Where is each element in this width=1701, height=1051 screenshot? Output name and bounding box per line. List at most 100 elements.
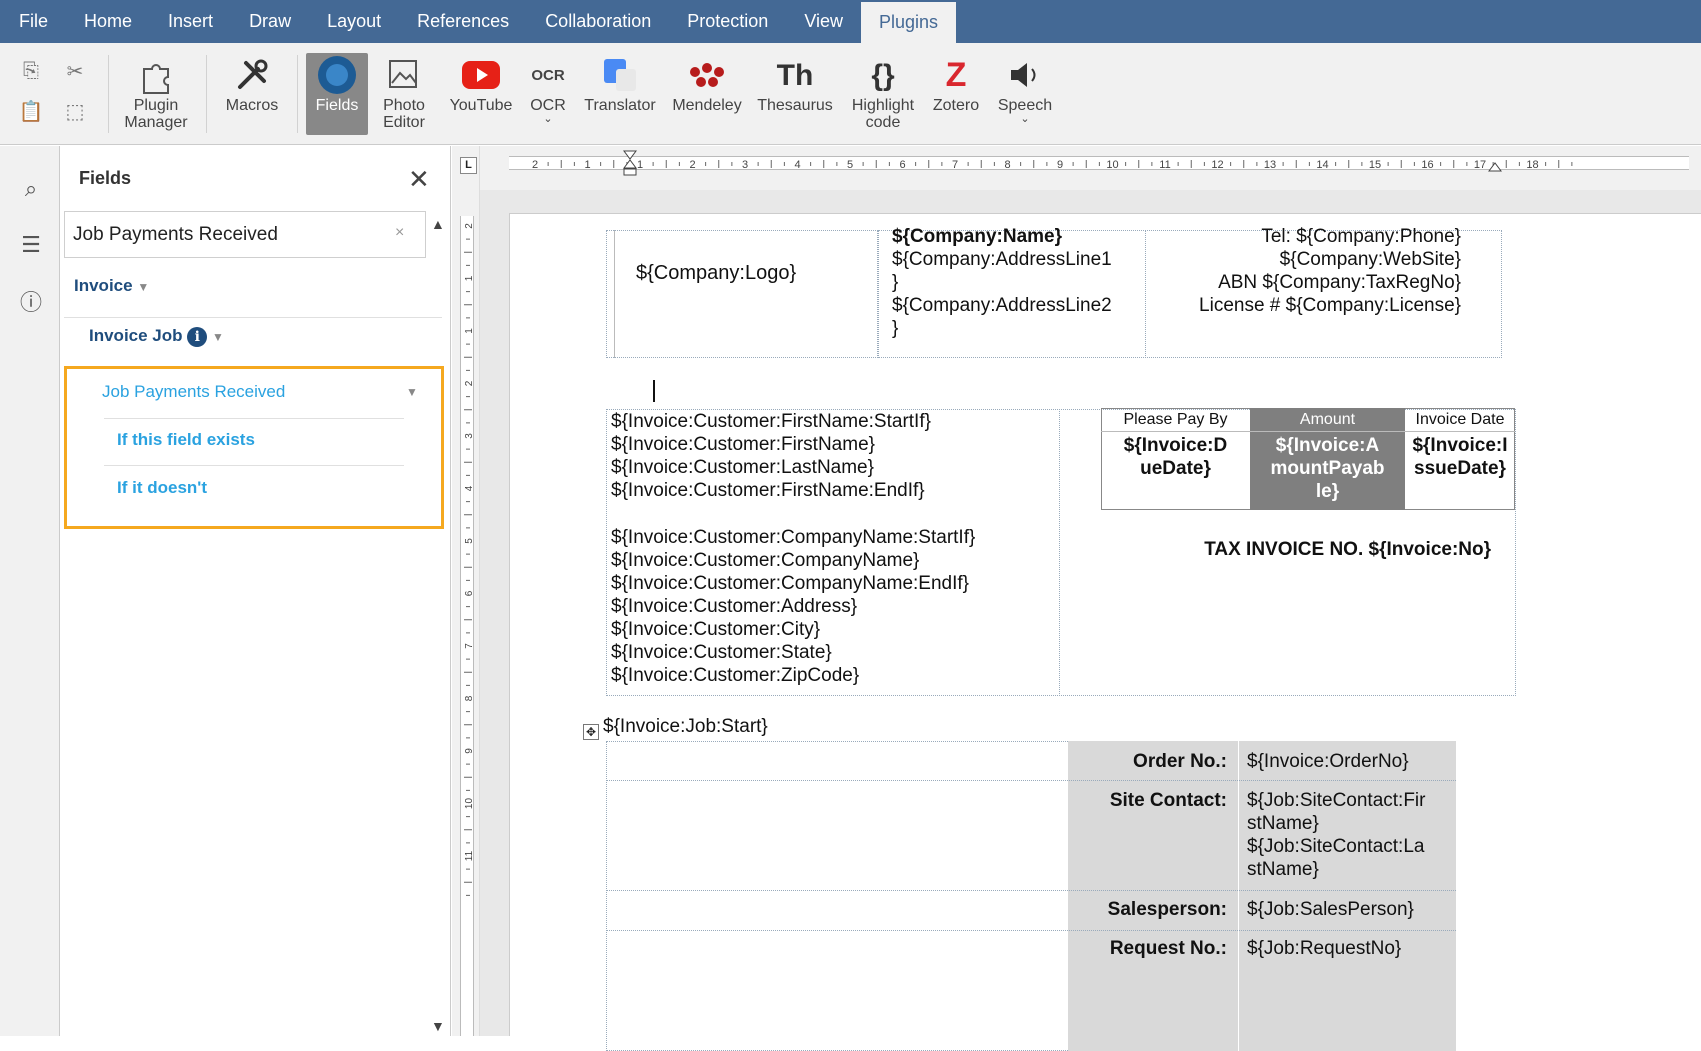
macros-button[interactable]: Macros bbox=[218, 53, 286, 135]
translator-label: Translator bbox=[584, 97, 656, 114]
company-name-field[interactable]: ${Company:Name} bbox=[892, 224, 1062, 249]
amount-payable-field[interactable]: ${Invoice:A bbox=[1250, 433, 1405, 458]
ruler-label: 10 bbox=[1106, 159, 1118, 171]
menu-tab-file[interactable]: File bbox=[0, 0, 66, 43]
scroll-up-icon[interactable]: ▲ bbox=[431, 216, 445, 232]
ruler-label: 4 bbox=[464, 485, 475, 491]
ruler-label: 6 bbox=[464, 590, 475, 596]
menu-tab-plugins[interactable]: Plugins bbox=[861, 2, 957, 43]
navigation-icon[interactable]: ☰ bbox=[18, 232, 44, 258]
customer-field-line[interactable]: ${Invoice:Customer:FirstName:EndIf} bbox=[611, 478, 925, 503]
due-date-field[interactable]: ${Invoice:D bbox=[1101, 433, 1250, 458]
customer-field-line[interactable]: ${Invoice:Customer:CompanyName} bbox=[611, 548, 919, 573]
mendeley-button[interactable]: Mendeley bbox=[668, 53, 746, 135]
company-logo-field[interactable]: ${Company:Logo} bbox=[636, 261, 796, 286]
menu-tab-draw[interactable]: Draw bbox=[231, 0, 309, 43]
plugin-manager-button[interactable]: Plugin Manager bbox=[120, 53, 192, 135]
ocr-icon: OCR bbox=[531, 66, 565, 84]
info-icon[interactable]: ⓘ bbox=[18, 288, 44, 315]
copy-icon[interactable]: ⎘ bbox=[20, 60, 42, 82]
divider bbox=[606, 780, 1456, 781]
if-it-doesnt-link[interactable]: If it doesn't bbox=[117, 478, 207, 498]
scroll-down-icon[interactable]: ▼ bbox=[431, 1018, 445, 1034]
menu-tab-collaboration[interactable]: Collaboration bbox=[527, 0, 669, 43]
search-input[interactable]: Job Payments Received × bbox=[64, 211, 426, 258]
move-table-icon[interactable]: ✥ bbox=[583, 724, 599, 740]
fields-panel: Fields ✕ Job Payments Received × ▲ Invoi… bbox=[61, 146, 451, 1036]
translator-button[interactable]: Translator bbox=[582, 53, 658, 135]
salesperson-label: Salesperson: bbox=[1107, 899, 1227, 920]
order-no-field[interactable]: ${Invoice:OrderNo} bbox=[1247, 749, 1409, 774]
menu-tab-view[interactable]: View bbox=[786, 0, 861, 43]
tax-invoice-title[interactable]: TAX INVOICE NO. ${Invoice:No} bbox=[1204, 537, 1491, 562]
ruler-label: 15 bbox=[1369, 159, 1381, 171]
info-icon[interactable]: i bbox=[187, 327, 208, 347]
customer-field-line[interactable]: ${Invoice:Customer:Address} bbox=[611, 594, 857, 619]
tools-icon bbox=[234, 53, 270, 97]
site-contact-first-field[interactable]: ${Job:SiteContact:Fir bbox=[1247, 788, 1425, 813]
site-contact-label: Site Contact: bbox=[1109, 790, 1227, 811]
customer-field-line[interactable]: ${Invoice:Customer:CompanyName:StartIf} bbox=[611, 525, 975, 550]
caret-down-icon[interactable]: ▼ bbox=[406, 385, 418, 399]
ocr-button[interactable]: OCR OCR ⌄ bbox=[524, 53, 572, 135]
right-indent-marker-icon[interactable] bbox=[1488, 150, 1502, 172]
issue-date-field[interactable]: ${Invoice:I bbox=[1405, 433, 1515, 458]
thesaurus-button[interactable]: Th Thesaurus bbox=[754, 53, 836, 135]
search-icon[interactable]: ⌕ bbox=[18, 176, 44, 202]
menu-bar: File Home Insert Draw Layout References … bbox=[0, 0, 1701, 43]
menu-tab-protection[interactable]: Protection bbox=[669, 0, 786, 43]
company-address1-field[interactable]: ${Company:AddressLine1 bbox=[892, 247, 1112, 272]
site-contact-first-field-end: stName} bbox=[1247, 813, 1319, 834]
photo-editor-button[interactable]: Photo Editor bbox=[372, 53, 436, 135]
ruler-label: 1 bbox=[464, 328, 475, 334]
tree-item-invoice[interactable]: Invoice ▼ bbox=[74, 276, 149, 296]
header-logo-cell bbox=[614, 230, 878, 358]
menu-tab-home[interactable]: Home bbox=[66, 0, 150, 43]
ruler-label: 14 bbox=[1316, 159, 1328, 171]
tab-stop-selector[interactable]: L bbox=[460, 157, 477, 174]
speech-button[interactable]: Speech ⌄ bbox=[994, 53, 1056, 135]
indent-marker-icon[interactable] bbox=[623, 150, 637, 176]
horizontal-ruler-strip: 2 1 1 2 3 4 5 6 7 8 9 10 11 12 13 14 15 16 17 18 bbox=[509, 156, 1689, 171]
job-start-field[interactable]: ${Invoice:Job:Start} bbox=[603, 714, 768, 739]
customer-field-line[interactable]: ${Invoice:Customer:City} bbox=[611, 617, 820, 642]
salesperson-field[interactable]: ${Job:SalesPerson} bbox=[1247, 897, 1414, 922]
clear-icon[interactable]: × bbox=[395, 224, 404, 242]
select-all-icon[interactable]: ⬚ bbox=[64, 100, 86, 123]
request-no-field[interactable]: ${Job:RequestNo} bbox=[1247, 936, 1401, 961]
close-icon[interactable]: ✕ bbox=[408, 164, 430, 195]
customer-field-line[interactable]: ${Invoice:Customer:ZipCode} bbox=[611, 663, 859, 688]
youtube-label: YouTube bbox=[449, 97, 513, 114]
panel-title: Fields bbox=[79, 168, 132, 188]
site-contact-last-field[interactable]: ${Job:SiteContact:La bbox=[1247, 834, 1424, 859]
customer-field-line[interactable]: ${Invoice:Customer:LastName} bbox=[611, 455, 874, 480]
toolbar-separator bbox=[108, 55, 109, 133]
company-license-field[interactable]: License # ${Company:License} bbox=[1199, 293, 1461, 318]
customer-field-line[interactable]: ${Invoice:Customer:State} bbox=[611, 640, 832, 665]
document-page[interactable]: ${Company:Logo} ${Company:Name} ${Compan… bbox=[509, 213, 1701, 1051]
if-field-exists-link[interactable]: If this field exists bbox=[117, 430, 255, 450]
company-website-field[interactable]: ${Company:WebSite} bbox=[1280, 247, 1461, 272]
paste-icon[interactable]: 📋 bbox=[19, 100, 44, 123]
company-phone-field[interactable]: Tel: ${Company:Phone} bbox=[1261, 224, 1461, 249]
customer-field-line[interactable]: ${Invoice:Customer:FirstName:StartIf} bbox=[611, 409, 931, 434]
ruler-label: 11 bbox=[1159, 159, 1170, 171]
company-address2-field[interactable]: ${Company:AddressLine2 bbox=[892, 293, 1112, 318]
fields-button[interactable]: Fields bbox=[306, 53, 368, 135]
menu-tab-references[interactable]: References bbox=[399, 0, 527, 43]
tree-item-job-payments[interactable]: Job Payments Received bbox=[102, 382, 285, 402]
tree-item-invoice-job[interactable]: Invoice Job i ▼ bbox=[89, 326, 224, 347]
youtube-button[interactable]: YouTube bbox=[446, 53, 516, 135]
menu-tab-insert[interactable]: Insert bbox=[150, 0, 231, 43]
menu-tab-layout[interactable]: Layout bbox=[309, 0, 399, 43]
customer-field-line[interactable]: ${Invoice:Customer:FirstName} bbox=[611, 432, 875, 457]
zotero-button[interactable]: Z Zotero bbox=[928, 53, 984, 135]
customer-field-line[interactable]: ${Invoice:Customer:CompanyName:EndIf} bbox=[611, 571, 969, 596]
company-address2-field-end: } bbox=[892, 318, 899, 339]
ruler-label: 6 bbox=[899, 159, 905, 171]
cut-icon[interactable]: ✂ bbox=[64, 60, 86, 83]
thesaurus-icon: Th bbox=[776, 58, 814, 92]
mendeley-icon bbox=[687, 53, 727, 97]
highlight-code-button[interactable]: {} Highlight code bbox=[846, 53, 920, 135]
company-abn-field[interactable]: ABN ${Company:TaxRegNo} bbox=[1218, 270, 1461, 295]
